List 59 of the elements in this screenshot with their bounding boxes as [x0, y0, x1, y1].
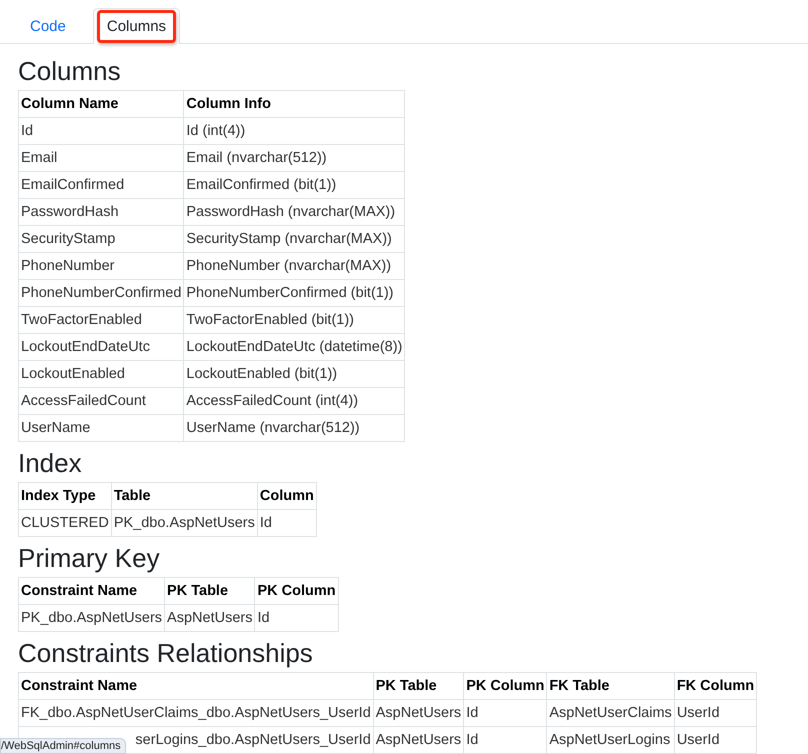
column-header: Table — [111, 482, 258, 510]
table-cell: Id — [257, 510, 316, 536]
section-heading: Constraints Relationships — [18, 637, 314, 670]
table-cell: LockoutEnabled (bit(1)) — [184, 360, 405, 388]
column-header: Column — [257, 482, 316, 510]
table-cell: EmailConfirmed — [18, 172, 184, 198]
column-header: Index Type — [18, 482, 112, 510]
table-cell: UserId — [674, 726, 757, 754]
column-header: Constraint Name — [18, 672, 374, 700]
table-cell: Email — [18, 144, 184, 172]
column-header: Column Name — [18, 90, 184, 118]
table-cell: AccessFailedCount — [18, 388, 184, 414]
table-cell: Id — [464, 726, 547, 754]
table-cell: AspNetUserClaims — [546, 700, 674, 726]
status-link-url: /WebSqlAdmin#columns — [0, 738, 126, 754]
table-cell: SecurityStamp — [18, 226, 184, 252]
table-cell: Id — [464, 700, 547, 726]
table-cell: Id (int(4)) — [184, 118, 405, 144]
table-cell: UserName (nvarchar(512)) — [184, 414, 405, 442]
table-cell: TwoFactorEnabled — [18, 306, 184, 334]
table-cell: PhoneNumber (nvarchar(MAX)) — [184, 252, 405, 280]
table-cell: PK_dbo.AspNetUsers — [111, 510, 258, 536]
tab[interactable]: Columns — [92, 8, 180, 44]
column-header: Constraint Name — [18, 578, 165, 604]
table-cell: UserId — [674, 700, 757, 726]
table-cell: AspNetUsers — [373, 726, 464, 754]
table-cell: PhoneNumberConfirmed (bit(1)) — [184, 280, 405, 306]
column-header: PK Column — [254, 578, 338, 604]
tab[interactable]: Code — [5, 8, 93, 44]
table-cell: LockoutEndDateUtc (datetime(8)) — [184, 334, 405, 360]
table-cell: Id — [254, 604, 338, 632]
table-cell: LockoutEndDateUtc — [18, 334, 184, 360]
section-heading: Index — [18, 447, 83, 480]
table-cell: PK_dbo.AspNetUsers — [18, 604, 165, 632]
table-cell: TwoFactorEnabled (bit(1)) — [184, 306, 405, 334]
table-cell: PhoneNumberConfirmed — [18, 280, 184, 306]
table-cell: LockoutEnabled — [18, 360, 184, 388]
table-cell: AspNetUsers — [373, 700, 464, 726]
column-header: PK Table — [373, 672, 464, 700]
column-header: FK Column — [674, 672, 757, 700]
table-cell: UserName — [18, 414, 184, 442]
table-cell: PhoneNumber — [18, 252, 184, 280]
column-header: PK Table — [164, 578, 255, 604]
table-cell: CLUSTERED — [18, 510, 112, 536]
column-header: Column Info — [184, 90, 405, 118]
section-heading: Columns — [18, 55, 122, 88]
table-cell: Id — [18, 118, 184, 144]
table-cell: PasswordHash (nvarchar(MAX)) — [184, 198, 405, 226]
table-cell: AspNetUserLogins — [546, 726, 674, 754]
table-cell: AccessFailedCount (int(4)) — [184, 388, 405, 414]
section-heading: Primary Key — [18, 542, 161, 575]
column-header: PK Column — [464, 672, 547, 700]
column-header: FK Table — [546, 672, 674, 700]
table-cell: AspNetUsers — [164, 604, 255, 632]
table-cell: Email (nvarchar(512)) — [184, 144, 405, 172]
table-cell: SecurityStamp (nvarchar(MAX)) — [184, 226, 405, 252]
table-cell: FK_dbo.AspNetUserClaims_dbo.AspNetUsers_UserId — [18, 700, 374, 726]
table-cell: EmailConfirmed (bit(1)) — [184, 172, 405, 198]
table-cell: PasswordHash — [18, 198, 184, 226]
